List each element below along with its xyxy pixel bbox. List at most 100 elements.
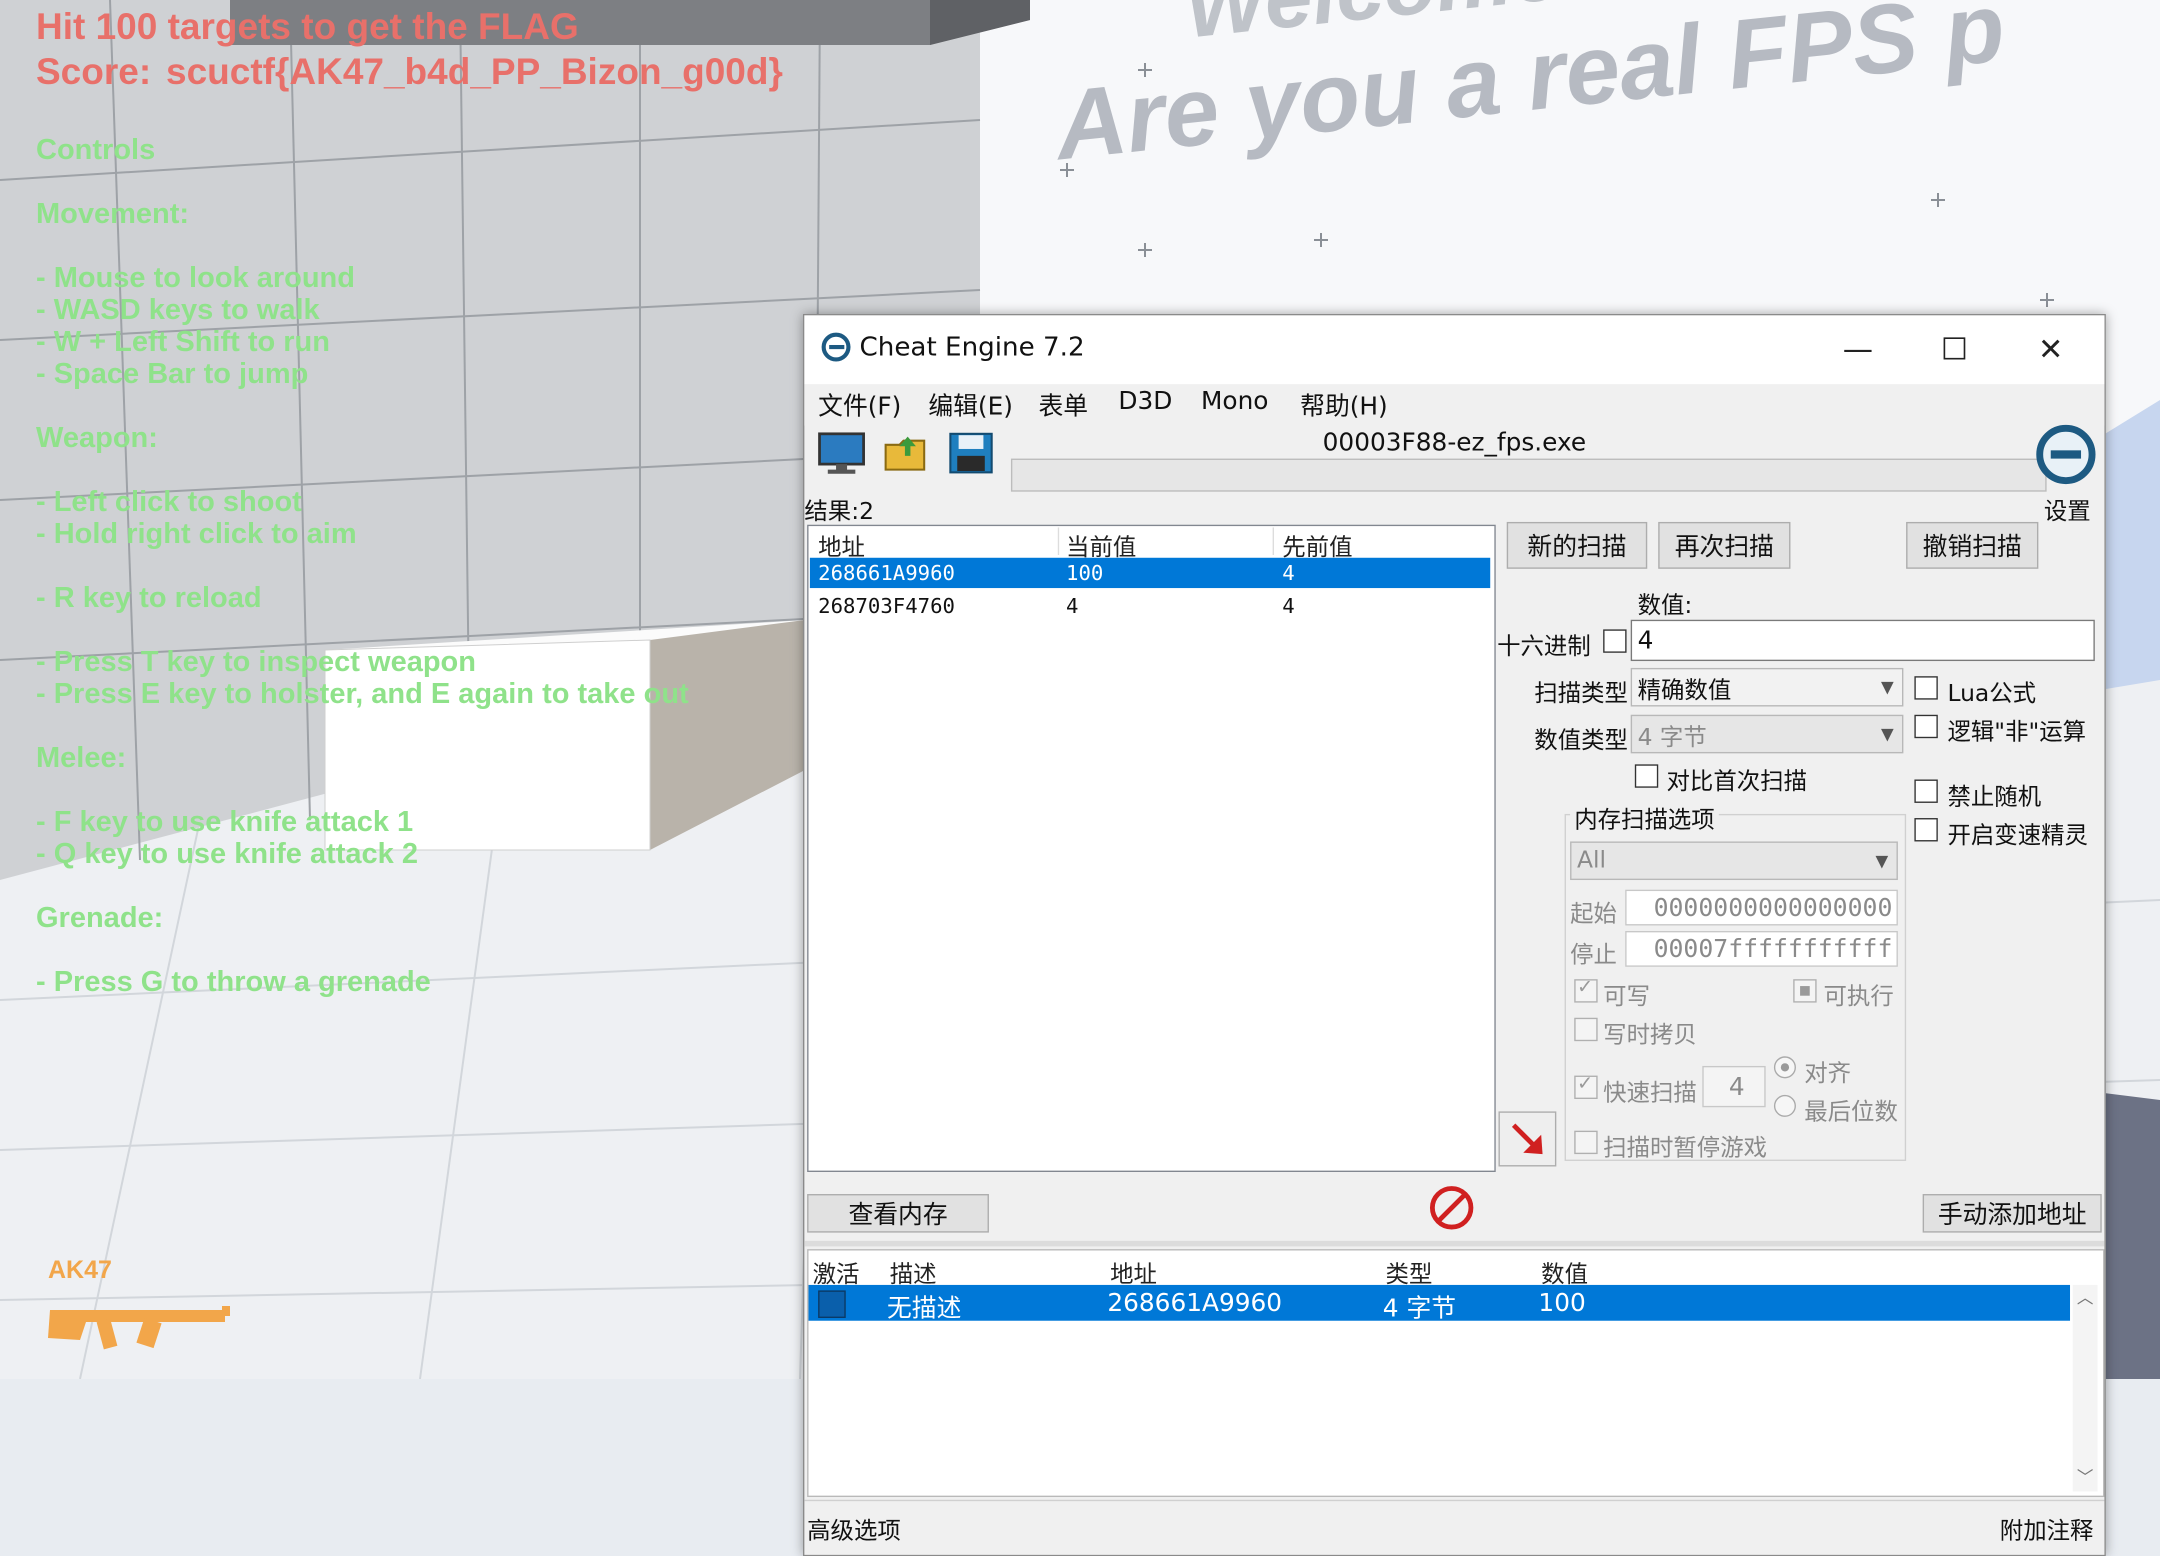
col-header-address[interactable]: 地址 xyxy=(818,527,865,562)
memory-region-value: All xyxy=(1576,846,1607,875)
logic-not-checkbox[interactable] xyxy=(1914,714,1938,739)
compare-first-checkbox[interactable] xyxy=(1634,764,1659,788)
cheat-engine-icon xyxy=(821,332,851,362)
weapon-name: AK47 xyxy=(48,1256,112,1284)
table-header-type[interactable]: 类型 xyxy=(1386,1255,1433,1290)
found-address: 268703F4760 xyxy=(818,593,955,619)
stop-label: 停止 xyxy=(1570,942,1617,970)
advanced-options[interactable]: 高级选项 xyxy=(807,1511,901,1546)
pause-game-label: 扫描时暂停游戏 xyxy=(1603,1134,1768,1163)
stop-scan-button[interactable] xyxy=(1425,1180,1477,1235)
table-header-active[interactable]: 激活 xyxy=(813,1255,860,1290)
executable-checkbox[interactable] xyxy=(1793,979,1817,1003)
copy-on-write-checkbox[interactable] xyxy=(1574,1017,1598,1042)
header-divider xyxy=(1272,527,1275,556)
score-label: Score: xyxy=(36,51,152,92)
table-scrollbar[interactable]: ︿ ﹀ xyxy=(2072,1284,2098,1492)
table-header-address[interactable]: 地址 xyxy=(1110,1255,1157,1290)
value-type-value: 4 字节 xyxy=(1637,723,1707,752)
executable-label: 可执行 xyxy=(1823,983,1894,1011)
found-address-list[interactable] xyxy=(807,524,1496,1172)
movement-line: - Space Bar to jump xyxy=(36,358,309,390)
weapon-heading: Weapon: xyxy=(36,422,158,454)
splitter[interactable] xyxy=(804,1240,2105,1247)
close-button[interactable]: ✕ xyxy=(2003,315,2099,384)
add-to-list-button[interactable] xyxy=(1498,1111,1557,1167)
hex-checkbox[interactable] xyxy=(1603,629,1627,653)
found-previous: 4 xyxy=(1282,560,1295,586)
settings-logo-icon[interactable] xyxy=(2034,420,2097,489)
scan-type-label: 扫描类型 xyxy=(1534,680,1628,708)
fast-scan-input[interactable]: 4 xyxy=(1702,1065,1766,1108)
speedhack-checkbox[interactable] xyxy=(1914,818,1938,842)
no-entry-icon xyxy=(1429,1186,1474,1230)
table-description: 无描述 xyxy=(887,1294,962,1324)
melee-heading: Melee: xyxy=(36,742,127,774)
menu-edit[interactable]: 编辑(E) xyxy=(928,387,1013,423)
menu-mono[interactable]: Mono xyxy=(1201,387,1268,416)
compare-first-label: 对比首次扫描 xyxy=(1666,768,1807,797)
writable-label: 可写 xyxy=(1603,983,1650,1011)
align-label: 对齐 xyxy=(1804,1060,1852,1088)
found-current: 100 xyxy=(1066,560,1104,586)
settings-label[interactable]: 设置 xyxy=(2044,492,2091,527)
menu-file[interactable]: 文件(F) xyxy=(818,387,901,423)
fast-scan-checkbox[interactable]: ✓ xyxy=(1574,1073,1598,1100)
undo-scan-button[interactable]: 撤销扫描 xyxy=(1906,521,2039,569)
value-type-label: 数值类型 xyxy=(1534,727,1628,755)
stop-address-input[interactable]: 00007fffffffffff xyxy=(1625,930,1898,967)
last-digits-label: 最后位数 xyxy=(1804,1099,1898,1127)
last-digits-radio[interactable] xyxy=(1773,1094,1796,1117)
table-header-value[interactable]: 数值 xyxy=(1541,1255,1588,1290)
new-scan-button[interactable]: 新的扫描 xyxy=(1506,521,1648,569)
writable-checkbox[interactable]: ✓ xyxy=(1574,976,1598,1003)
menu-table[interactable]: 表单 xyxy=(1039,387,1089,423)
window-title: Cheat Engine 7.2 xyxy=(859,331,1085,363)
weapon-line: - Hold right click to aim xyxy=(36,518,357,550)
chevron-down-icon: ▼ xyxy=(1875,851,1889,871)
col-header-current[interactable]: 当前值 xyxy=(1066,527,1136,562)
start-address-input[interactable]: 0000000000000000 xyxy=(1625,889,1898,926)
holster-line: - Press E key to holster, and E again to… xyxy=(36,678,689,710)
controls-heading: Controls xyxy=(36,134,156,166)
melee-line: - F key to use knife attack 1 xyxy=(36,806,414,838)
process-name: 00003F88-ez_fps.exe xyxy=(1322,428,1587,458)
lua-formula-label: Lua公式 xyxy=(1947,680,2037,708)
col-header-previous[interactable]: 先前值 xyxy=(1282,527,1352,562)
grenade-heading: Grenade: xyxy=(36,902,164,934)
scan-type-select[interactable]: 精确数值 ▼ xyxy=(1630,667,1904,707)
hex-label: 十六进制 xyxy=(1497,633,1591,662)
logic-not-label: 逻辑"非"运算 xyxy=(1947,718,2087,747)
table-value: 100 xyxy=(1538,1289,1586,1318)
memory-scan-options-title: 内存扫描选项 xyxy=(1570,800,1719,835)
no-random-label: 禁止随机 xyxy=(1947,783,2042,812)
score-value: scuctf{AK47_b4d_PP_Bizon_g00d} xyxy=(166,51,783,92)
movement-line: - W + Left Shift to run xyxy=(36,326,330,358)
minimize-button[interactable]: — xyxy=(1810,315,1906,384)
align-radio[interactable] xyxy=(1773,1056,1796,1079)
chevron-down-icon[interactable]: ﹀ xyxy=(2077,1465,2094,1488)
maximize-button[interactable]: ☐ xyxy=(1906,315,2002,384)
results-count: 结果:2 xyxy=(804,498,874,527)
add-address-manually-button[interactable]: 手动添加地址 xyxy=(1922,1194,2102,1233)
fast-scan-label: 快速扫描 xyxy=(1603,1079,1697,1108)
memory-region-select[interactable]: All ▼ xyxy=(1570,841,1898,881)
grenade-line: - Press G to throw a grenade xyxy=(36,966,431,998)
table-comments[interactable]: 附加注释 xyxy=(2000,1511,2094,1546)
active-checkbox[interactable] xyxy=(818,1290,846,1318)
cheat-engine-window: Cheat Engine 7.2 — ☐ ✕ 文件(F) 编辑(E) 表单 D3… xyxy=(803,314,2106,1556)
next-scan-button[interactable]: 再次扫描 xyxy=(1658,521,1791,569)
status-bar xyxy=(804,1499,2105,1556)
view-memory-button[interactable]: 查看内存 xyxy=(807,1194,989,1233)
scan-value-input[interactable]: 4 xyxy=(1630,619,2095,662)
menu-help[interactable]: 帮助(H) xyxy=(1300,387,1388,423)
value-type-select[interactable]: 4 字节 ▼ xyxy=(1630,714,1904,754)
pause-game-checkbox[interactable] xyxy=(1574,1130,1598,1155)
lua-formula-checkbox[interactable] xyxy=(1914,676,1938,700)
table-header-description[interactable]: 描述 xyxy=(890,1255,937,1290)
header-divider xyxy=(1057,527,1060,556)
inspect-line: - Press T key to inspect weapon xyxy=(36,646,476,678)
no-random-checkbox[interactable] xyxy=(1914,779,1938,803)
chevron-up-icon[interactable]: ︿ xyxy=(2077,1285,2094,1308)
menu-d3d[interactable]: D3D xyxy=(1118,387,1172,416)
